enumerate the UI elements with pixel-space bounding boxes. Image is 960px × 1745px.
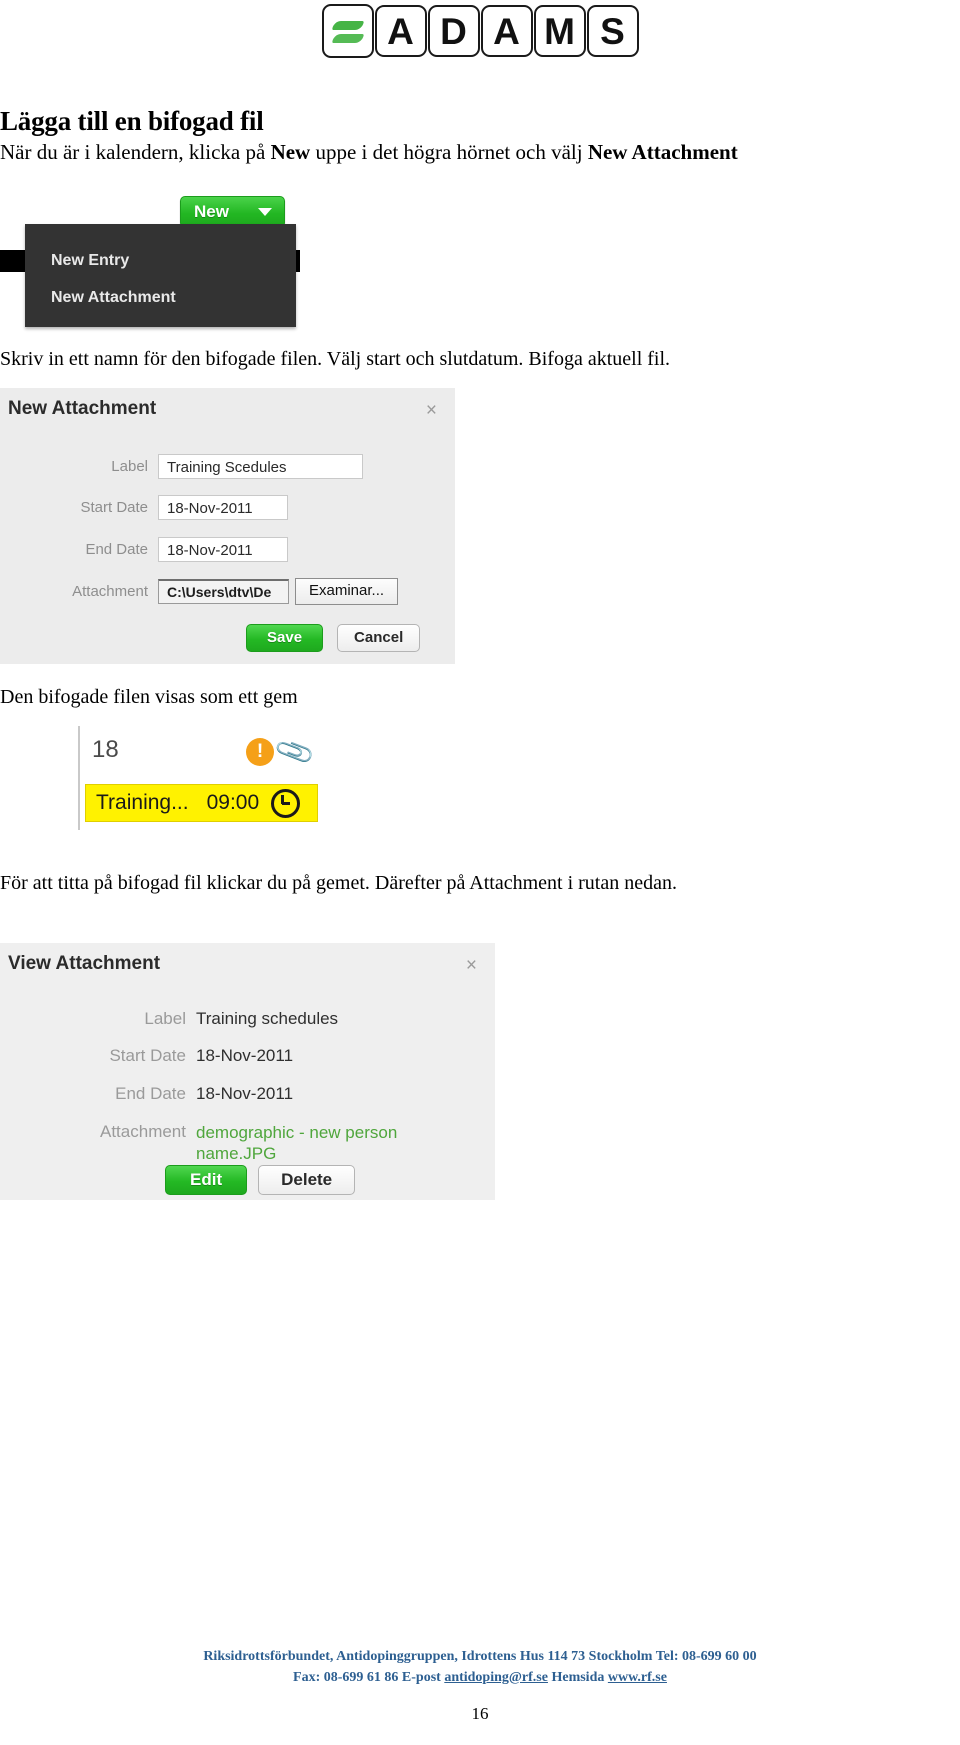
calendar-event-name: Training...: [96, 791, 189, 814]
logo-letter-s: S: [586, 5, 639, 57]
view-label-value: Training schedules: [196, 1009, 339, 1028]
edit-button[interactable]: Edit: [165, 1165, 248, 1195]
save-button[interactable]: Save: [246, 624, 324, 652]
logo-letter-a1: A: [374, 5, 427, 57]
paperclip-icon[interactable]: 📎: [272, 730, 317, 774]
label-input[interactable]: Training Scedules: [158, 453, 363, 479]
view-end-date-field-label: End Date: [115, 1084, 186, 1103]
clock-icon: [271, 788, 301, 818]
menu-item-new-attachment[interactable]: New Attachment: [25, 289, 176, 307]
end-date-input[interactable]: 18-Nov-2011: [158, 536, 288, 562]
new-attachment-dialog-title: New Attachment: [8, 398, 157, 419]
chevron-down-icon[interactable]: [258, 208, 272, 216]
attachment-field-label: Attachment: [72, 582, 148, 600]
paragraph-skriv: Skriv in ett namn för den bifogade filen…: [0, 348, 671, 370]
intro-paragraph: När du är i kalendern, klicka på New upp…: [0, 140, 738, 165]
footer-website-link[interactable]: www.rf.se: [608, 1670, 667, 1685]
new-attachment-dialog: New Attachment × Label Training Scedules…: [0, 388, 455, 664]
adams-logo: A D A M S: [0, 4, 960, 58]
start-date-field-label: Start Date: [80, 498, 148, 516]
intro-bold-new: New: [270, 140, 311, 164]
end-date-field-label: End Date: [85, 540, 148, 558]
page-title: Lägga till en bifogad fil: [0, 106, 264, 136]
footer-line-2: Fax: 08-699 61 86 E-post antidoping@rf.s…: [0, 1667, 960, 1688]
view-attachment-dialog-actions: Edit Delete: [165, 1165, 356, 1195]
view-row-end-date: End Date 18-Nov-2011: [0, 1084, 495, 1104]
start-date-input[interactable]: 18-Nov-2011: [158, 494, 288, 520]
menu-item-new-entry[interactable]: New Entry: [25, 252, 129, 270]
cancel-button[interactable]: Cancel: [337, 624, 421, 652]
view-start-date-field-label: Start Date: [109, 1046, 186, 1065]
calendar-cell-figure: 18 ! 📎 Training... 09:00: [78, 726, 320, 830]
field-row-label: Label Training Scedules: [0, 451, 455, 481]
logo-letter-d: D: [427, 5, 480, 57]
field-row-start-date: Start Date 18-Nov-2011: [0, 492, 455, 522]
new-menu-figure: New New Entry New Attachment: [0, 196, 300, 332]
label-field-label: Label: [111, 457, 148, 475]
new-attachment-dialog-actions: Save Cancel: [246, 624, 421, 652]
logo-letter-a2: A: [480, 5, 533, 57]
view-start-date-value: 18-Nov-2011: [196, 1046, 294, 1065]
calendar-event-item[interactable]: Training... 09:00: [85, 784, 318, 822]
warning-icon[interactable]: !: [246, 738, 274, 766]
attachment-file-link[interactable]: demographic - new person name.JPG: [196, 1122, 426, 1164]
new-dropdown-menu[interactable]: New Entry New Attachment: [25, 224, 296, 327]
view-end-date-value: 18-Nov-2011: [196, 1084, 294, 1103]
intro-text-2: uppe i det högra hörnet och välj: [310, 140, 588, 164]
intro-text-1: När du är i kalendern, klicka på: [0, 140, 271, 164]
page-footer: Riksidrottsförbundet, Antidopinggruppen,…: [0, 1646, 960, 1688]
paragraph-gem: Den bifogade filen visas som ett gem: [0, 686, 298, 708]
close-icon[interactable]: ×: [426, 400, 437, 422]
intro-bold-new-attachment: New Attachment: [587, 140, 738, 164]
calendar-day-number: 18: [92, 736, 119, 763]
view-attachment-field-label: Attachment: [100, 1122, 186, 1141]
view-label-field-label: Label: [144, 1009, 186, 1028]
adams-leaf-icon: [321, 4, 374, 58]
logo-letter-m: M: [533, 5, 586, 57]
paragraph-view: För att titta på bifogad fil klickar du …: [0, 872, 677, 894]
page-number: 16: [471, 1704, 489, 1723]
attachment-path-input[interactable]: C:\Users\dtv\De: [158, 578, 289, 604]
field-row-end-date: End Date 18-Nov-2011: [0, 534, 455, 564]
view-row-label: Label Training schedules: [0, 1009, 495, 1029]
view-row-start-date: Start Date 18-Nov-2011: [0, 1046, 495, 1066]
calendar-cell-header: 18 ! 📎: [80, 726, 320, 784]
field-row-attachment: Attachment C:\Users\dtv\De Examinar...: [0, 576, 455, 606]
footer-fax-text: Fax: 08-699 61 86 E-post: [293, 1670, 445, 1685]
footer-email-link[interactable]: antidoping@rf.se: [444, 1670, 548, 1685]
browse-button[interactable]: Examinar...: [295, 577, 399, 605]
new-button-label: New: [194, 202, 229, 221]
footer-hemsida-text: Hemsida: [547, 1670, 608, 1685]
view-attachment-dialog: View Attachment × Label Training schedul…: [0, 943, 495, 1200]
close-icon[interactable]: ×: [466, 955, 477, 977]
view-row-attachment: Attachment demographic - new person name…: [0, 1122, 495, 1164]
leaf-shape-lower: [331, 34, 364, 43]
calendar-event-time: 09:00: [206, 791, 260, 814]
leaf-shape-upper: [331, 21, 364, 30]
footer-line-1: Riksidrottsförbundet, Antidopinggruppen,…: [203, 1649, 757, 1664]
delete-button[interactable]: Delete: [258, 1165, 356, 1195]
view-attachment-dialog-title: View Attachment: [8, 953, 161, 974]
